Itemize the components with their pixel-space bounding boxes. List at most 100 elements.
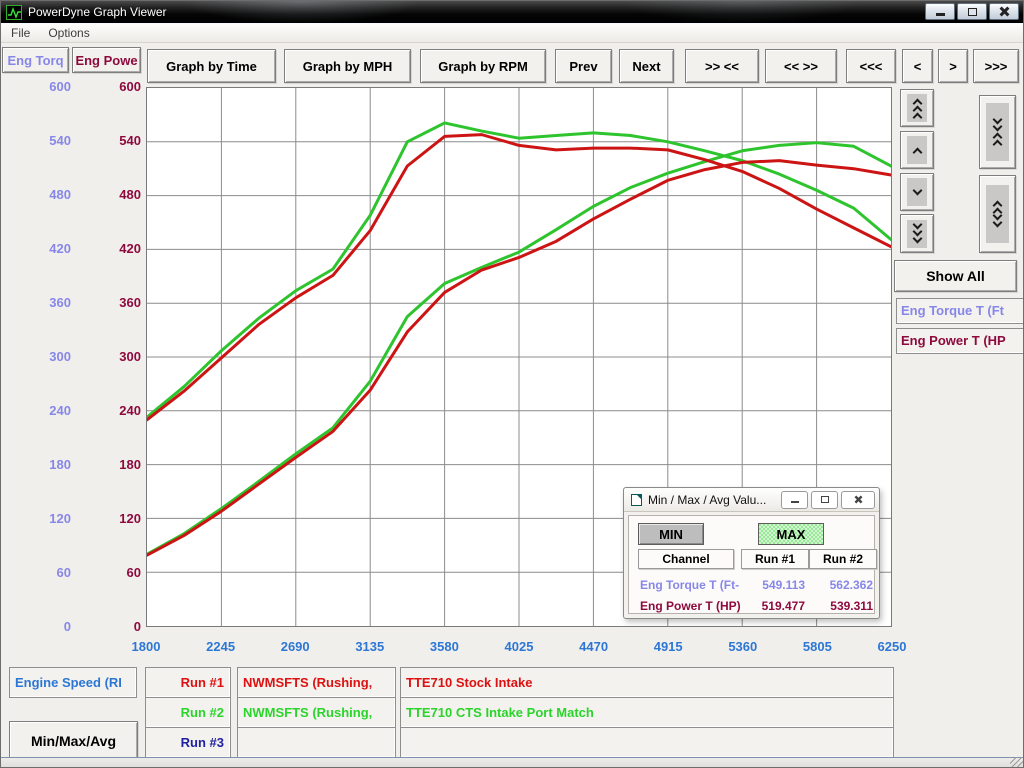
document-icon <box>631 494 642 506</box>
minmax-restore-button[interactable] <box>811 491 838 509</box>
minimize-icon <box>936 13 945 16</box>
y-tick-power-300: 300 <box>93 349 141 364</box>
power-run1-value: 519.477 <box>741 599 805 613</box>
minmax-avg-window: Min / Max / Avg Valu... MIN MAX Channel … <box>623 487 880 619</box>
menu-bar: File Options <box>1 23 1024 43</box>
scroll-down-button[interactable] <box>900 173 934 211</box>
channel-column-header[interactable]: Channel <box>638 549 734 569</box>
menu-item-file[interactable]: File <box>11 26 30 40</box>
close-icon <box>854 495 863 504</box>
y-tick-torque-420: 420 <box>23 241 71 256</box>
torque-channel-label: Eng Torque T (Ft <box>896 298 1024 324</box>
minmax-window-titlebar[interactable]: Min / Max / Avg Valu... <box>624 488 879 512</box>
y-tick-power-420: 420 <box>93 241 141 256</box>
torque-channel-cell: Eng Torque T (Ft- <box>640 578 740 592</box>
run1-dyno-field: NWMSFTS (Rushing, <box>237 667 396 698</box>
x-tick-4025: 4025 <box>489 639 549 654</box>
window-title: PowerDyne Graph Viewer <box>28 5 167 19</box>
y-tick-power-360: 360 <box>93 295 141 310</box>
chevron-up-icon <box>993 140 1003 150</box>
power-channel-cell: Eng Power T (HP) <box>640 599 740 613</box>
toolbar-button-[interactable]: > <box>938 49 968 83</box>
y-tick-torque-540: 540 <box>23 133 71 148</box>
minimize-icon <box>791 501 799 503</box>
power-run2-value: 539.311 <box>809 599 873 613</box>
run2-column-header[interactable]: Run #2 <box>809 549 877 569</box>
restore-button[interactable] <box>957 3 987 20</box>
zoom-in-vertical-button[interactable] <box>979 95 1016 169</box>
toolbar-button-prev[interactable]: Prev <box>555 49 612 83</box>
window-bottom-frame <box>1 757 1024 768</box>
x-tick-3580: 3580 <box>414 639 474 654</box>
min-toggle-button[interactable]: MIN <box>638 523 704 545</box>
eng-power-axis-button[interactable]: Eng Powe <box>72 47 141 73</box>
y-tick-torque-60: 60 <box>23 565 71 580</box>
x-tick-4470: 4470 <box>564 639 624 654</box>
resize-grip[interactable] <box>1010 757 1024 768</box>
x-tick-3135: 3135 <box>340 639 400 654</box>
y-tick-power-240: 240 <box>93 403 141 418</box>
y-tick-torque-240: 240 <box>23 403 71 418</box>
zoom-out-vertical-button[interactable] <box>979 175 1016 253</box>
chevron-down-icon <box>993 122 1003 132</box>
toolbar-button-graph-by-mph[interactable]: Graph by MPH <box>284 49 411 83</box>
toolbar-button-[interactable]: < <box>902 49 933 83</box>
scroll-up-fast-button[interactable] <box>900 89 934 127</box>
x-tick-5805: 5805 <box>787 639 847 654</box>
toolbar-button-[interactable]: << >> <box>765 49 837 83</box>
toolbar-button-next[interactable]: Next <box>619 49 674 83</box>
toolbar-button-graph-by-time[interactable]: Graph by Time <box>147 49 276 83</box>
y-tick-power-600: 600 <box>93 79 141 94</box>
run3-dyno-field <box>237 727 396 758</box>
minmax-minimize-button[interactable] <box>781 491 808 509</box>
close-icon <box>999 6 1010 17</box>
run1-desc-field: TTE710 Stock Intake <box>400 667 894 698</box>
run2-desc-field: TTE710 CTS Intake Port Match <box>400 697 894 728</box>
scroll-up-button[interactable] <box>900 131 934 169</box>
minmax-avg-button[interactable]: Min/Max/Avg <box>9 721 138 761</box>
y-tick-torque-600: 600 <box>23 79 71 94</box>
run1-column-header[interactable]: Run #1 <box>741 549 809 569</box>
minimize-button[interactable] <box>925 3 955 20</box>
chevron-down-icon <box>912 234 922 244</box>
y-tick-power-120: 120 <box>93 511 141 526</box>
x-tick-2690: 2690 <box>265 639 325 654</box>
eng-torque-axis-button[interactable]: Eng Torq <box>2 47 69 73</box>
minmax-window-title: Min / Max / Avg Valu... <box>648 493 778 507</box>
run3-desc-field <box>400 727 894 758</box>
y-tick-torque-180: 180 <box>23 457 71 472</box>
close-button[interactable] <box>989 3 1019 20</box>
x-tick-4915: 4915 <box>638 639 698 654</box>
titlebar-gloss <box>621 1 861 23</box>
y-tick-power-180: 180 <box>93 457 141 472</box>
minmax-close-button[interactable] <box>841 491 875 509</box>
y-tick-power-480: 480 <box>93 187 141 202</box>
toolbar-button-[interactable]: <<< <box>846 49 896 83</box>
max-toggle-button[interactable]: MAX <box>758 523 824 545</box>
title-bar[interactable]: PowerDyne Graph Viewer <box>1 1 1024 23</box>
y-tick-power-0: 0 <box>93 619 141 634</box>
run3-run-label: Run #3 <box>145 727 231 758</box>
toolbar-button-[interactable]: >> << <box>685 49 759 83</box>
restore-icon <box>821 496 829 503</box>
toolbar-button-[interactable]: >>> <box>973 49 1019 83</box>
run2-run-label: Run #2 <box>145 697 231 728</box>
minmax-window-body: MIN MAX Channel Run #1 Run #2 Eng Torque… <box>628 515 875 614</box>
chevron-down-icon <box>912 185 922 195</box>
x-tick-6250: 6250 <box>862 639 922 654</box>
x-tick-1800: 1800 <box>116 639 176 654</box>
torque-run2-value: 562.362 <box>809 578 873 592</box>
titlebar-gloss <box>181 1 421 23</box>
y-tick-power-540: 540 <box>93 133 141 148</box>
y-tick-power-60: 60 <box>93 565 141 580</box>
toolbar-button-graph-by-rpm[interactable]: Graph by RPM <box>420 49 546 83</box>
show-all-button[interactable]: Show All <box>894 260 1017 292</box>
y-tick-torque-360: 360 <box>23 295 71 310</box>
scroll-down-fast-button[interactable] <box>900 214 934 253</box>
app-icon <box>6 5 22 20</box>
y-tick-torque-120: 120 <box>23 511 71 526</box>
powerdyne-window: PowerDyne Graph Viewer File Options Eng T… <box>0 0 1024 768</box>
chevron-up-icon <box>912 147 922 157</box>
menu-item-options[interactable]: Options <box>48 26 89 40</box>
y-tick-torque-0: 0 <box>23 619 71 634</box>
